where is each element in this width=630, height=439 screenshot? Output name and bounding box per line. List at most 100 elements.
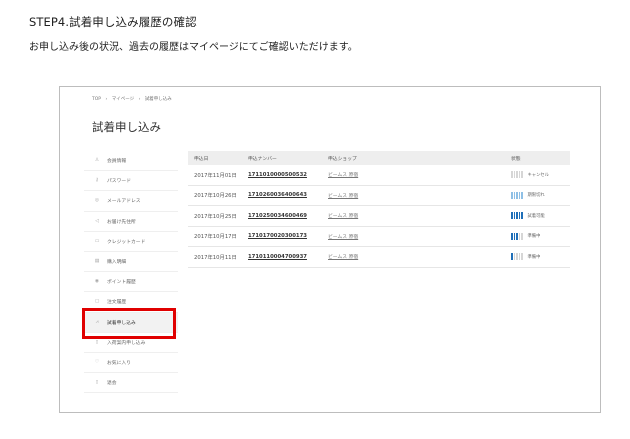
sidebar-item-label: 注文履歴 — [107, 300, 127, 306]
sidebar-item[interactable]: ▭ クレジットカード — [84, 232, 178, 252]
sidebar-item[interactable]: ▤ 購入明細 — [84, 252, 178, 273]
sidebar-item[interactable]: ♙ 会員情報 — [84, 151, 178, 172]
sidebar-item-label: 会員情報 — [107, 159, 127, 165]
status-label: 期限切れ — [527, 193, 545, 199]
cell-number: 1710250034600469 — [248, 213, 328, 219]
order-number-link[interactable]: 1710260036400643 — [248, 192, 307, 198]
sidebar-item[interactable]: ⩘ 試着申し込み — [84, 312, 178, 333]
header-status: 状態 — [511, 156, 521, 162]
sidebar-item-label: ポイント履歴 — [107, 280, 136, 286]
status-progress-segment — [516, 212, 518, 220]
step-heading: STEP4.試着申し込み履歴の確認 — [29, 15, 197, 29]
key-icon: ⚷ — [95, 178, 99, 184]
shop-link[interactable]: ビームス 原宿 — [328, 255, 358, 260]
status-progress-segment — [521, 232, 523, 240]
sidebar-item[interactable]: ▯ 退会 — [84, 373, 178, 394]
hanger-icon: ⩘ — [95, 320, 99, 326]
header-shop: 申込ショップ — [328, 156, 357, 162]
sidebar-item-label: お届け先住所 — [107, 219, 136, 225]
sidebar-item[interactable]: ▯ 入荷案内申し込み — [84, 333, 178, 353]
status-progress-segment — [521, 191, 523, 199]
cell-number: 1710170020300173 — [248, 233, 328, 239]
order-number-link[interactable]: 1710110004700937 — [248, 254, 307, 260]
table-row: 2017年10月25日 1710250034600469 ビームス 原宿 試着可能 — [188, 206, 570, 227]
status-progress-segment — [513, 253, 515, 261]
sidebar-item-label: メールアドレス — [107, 199, 141, 205]
status-label: キャンセル — [527, 172, 549, 178]
status-progress-segment — [516, 253, 518, 261]
breadcrumb-separator: › — [138, 97, 141, 102]
cell-date: 2017年10月11日 — [194, 254, 237, 261]
status-progress-segment — [511, 253, 513, 261]
status-progress-segment — [518, 212, 520, 220]
shop-link[interactable]: ビームス 原宿 — [328, 173, 358, 178]
cell-date: 2017年10月25日 — [194, 213, 237, 220]
status-progress-bars — [511, 171, 523, 179]
order-number-link[interactable]: 1711010000500532 — [248, 172, 307, 178]
table-row: 2017年10月17日 1710170020300173 ビームス 原宿 準備中 — [188, 227, 570, 247]
sidebar-item[interactable]: ◁ お届け先住所 — [84, 212, 178, 232]
status-label: 準備中 — [527, 254, 541, 260]
cell-status: 準備中 — [511, 232, 570, 240]
status-progress-segment — [513, 191, 515, 199]
point-icon: ◉ — [94, 279, 100, 285]
sidebar-item[interactable]: ◎ メールアドレス — [84, 191, 178, 212]
status-progress-segment — [518, 232, 520, 240]
shop-link[interactable]: ビームス 原宿 — [328, 235, 358, 240]
status-progress-bars — [511, 232, 523, 240]
exit-icon: ▯ — [95, 380, 99, 386]
sidebar-item-label: 試着申し込み — [107, 320, 136, 326]
status-progress-segment — [518, 191, 520, 199]
breadcrumb: TOP › マイページ › 試着申し込み — [92, 96, 175, 102]
sidebar-item-label: 退会 — [107, 381, 117, 387]
status-progress-bars — [511, 253, 523, 261]
status-progress-segment — [516, 191, 518, 199]
status-progress-segment — [516, 171, 518, 179]
history-table: 申込日 申込ナンバー 申込ショップ 状態 2017年11月01日 17110100… — [188, 151, 570, 268]
status-progress-segment — [513, 171, 515, 179]
table-row: 2017年11月01日 1711010000500532 ビームス 原宿 キャンセル — [188, 165, 570, 186]
cell-shop: ビームス 原宿 — [328, 171, 511, 178]
table-row: 2017年10月11日 1710110004700937 ビームス 原宿 準備中 — [188, 247, 570, 268]
sidebar-item[interactable]: ♡ お気に入り — [84, 353, 178, 374]
status-progress-segment — [521, 171, 523, 179]
cell-number: 1710110004700937 — [248, 254, 328, 260]
person-icon: ♙ — [94, 158, 100, 164]
sidebar-item[interactable]: ▢ 注文履歴 — [84, 292, 178, 313]
breadcrumb-separator: › — [105, 97, 108, 102]
header-number: 申込ナンバー — [248, 156, 277, 162]
notice-icon: ▯ — [95, 339, 99, 345]
cell-number: 1711010000500532 — [248, 172, 328, 178]
heart-icon: ♡ — [94, 359, 100, 365]
status-progress-segment — [511, 212, 513, 220]
breadcrumb-top[interactable]: TOP — [92, 97, 101, 102]
credit-card-icon: ▭ — [94, 238, 100, 244]
cell-shop: ビームス 原宿 — [328, 233, 511, 240]
status-progress-segment — [513, 232, 515, 240]
status-progress-segment — [511, 191, 513, 199]
cell-date: 2017年10月26日 — [194, 193, 237, 200]
cell-date: 2017年10月17日 — [194, 234, 237, 241]
sidebar-item-label: 入荷案内申し込み — [107, 340, 146, 346]
sidebar-menu: ♙ 会員情報 ⚷ パスワード ◎ メールアドレス ◁ お届け先住所 ▭ クレジットカード ▤ 購入明細… — [84, 151, 178, 394]
mypage-screenshot: TOP › マイページ › 試着申し込み 試着申し込み ♙ 会員情報 ⚷ パスワード ◎… — [59, 86, 601, 413]
table-body: 2017年11月01日 1711010000500532 ビームス 原宿 キャンセル 2… — [188, 165, 570, 268]
shop-link[interactable]: ビームス 原宿 — [328, 194, 358, 199]
order-number-link[interactable]: 1710170020300173 — [248, 233, 307, 239]
sidebar-item-label: クレジットカード — [107, 239, 146, 245]
sidebar-item[interactable]: ⚷ パスワード — [84, 171, 178, 192]
status-progress-bars — [511, 212, 523, 220]
sidebar-item-label: お気に入り — [107, 360, 131, 366]
sidebar-item-label: パスワード — [107, 179, 131, 185]
cell-status: 試着可能 — [511, 212, 570, 220]
order-number-link[interactable]: 1710250034600469 — [248, 213, 307, 219]
status-progress-segment — [513, 212, 515, 220]
cell-shop: ビームス 原宿 — [328, 212, 511, 219]
status-progress-segment — [511, 232, 513, 240]
sidebar-item[interactable]: ◉ ポイント履歴 — [84, 272, 178, 293]
status-progress-segment — [511, 171, 513, 179]
status-progress-segment — [518, 171, 520, 179]
breadcrumb-mypage[interactable]: マイページ — [112, 97, 134, 102]
cell-status: 期限切れ — [511, 191, 570, 199]
shop-link[interactable]: ビームス 原宿 — [328, 214, 358, 219]
